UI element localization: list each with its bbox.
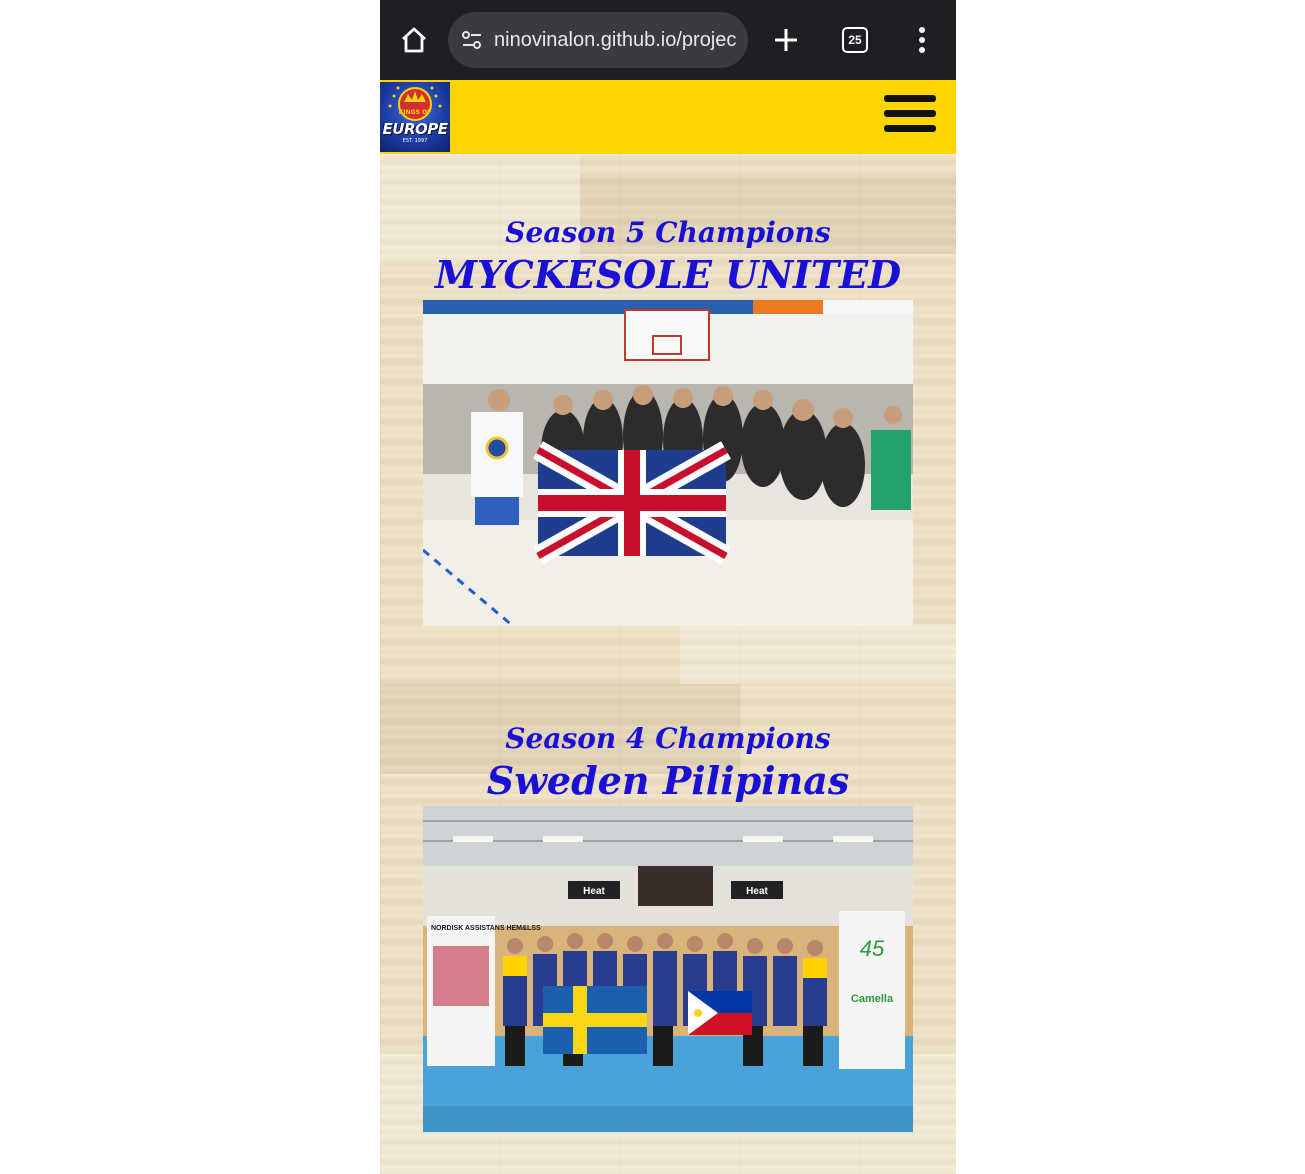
more-menu-icon[interactable]: [902, 20, 942, 60]
tab-count: 25: [842, 27, 868, 53]
site-settings-icon[interactable]: [460, 28, 484, 52]
season-4-team-title: Sweden Pilipinas: [486, 758, 850, 803]
kings-of-europe-logo[interactable]: KINGS OF EUROPE EST. 1997: [380, 82, 450, 152]
nordisk-banner-text: NORDISK ASSISTANS HEM&LSS: [431, 925, 541, 932]
url-text: ninovinalon.github.io/projec: [494, 28, 737, 51]
phone-screen: ninovinalon.github.io/projec 25 KINGS OF: [380, 0, 956, 1174]
season-5-team-title: MYCKESOLE UNITED: [434, 252, 902, 297]
season-4-team-photo: Heat Heat NORDISK ASSISTANS HEM&LSS 45 C…: [423, 806, 913, 1132]
address-bar[interactable]: ninovinalon.github.io/projec: [448, 12, 748, 68]
camella-brand-text: Camella: [851, 993, 894, 1005]
season-5-team-photo: [423, 300, 913, 626]
browser-toolbar: ninovinalon.github.io/projec 25: [380, 0, 956, 80]
season-4-subtitle: Season 4 Champions: [505, 722, 831, 755]
camella-45-text: 45: [860, 936, 885, 961]
site-header: KINGS OF EUROPE EST. 1997: [380, 80, 956, 154]
home-icon[interactable]: [394, 20, 434, 60]
logo-est: EST. 1997: [402, 138, 428, 144]
season-5-subtitle: Season 5 Champions: [505, 216, 831, 249]
new-tab-icon[interactable]: [766, 20, 806, 60]
heat-sign-right: Heat: [746, 886, 768, 897]
logo-wordmark: EUROPE: [382, 120, 448, 138]
hamburger-menu-icon[interactable]: [884, 95, 936, 139]
tab-switcher-button[interactable]: 25: [835, 20, 875, 60]
logo-subtitle: KINGS OF: [398, 109, 432, 116]
page-content: Season 5 Champions MYCKESOLE UNITED Seas…: [380, 154, 956, 1174]
heat-sign-left: Heat: [583, 886, 605, 897]
